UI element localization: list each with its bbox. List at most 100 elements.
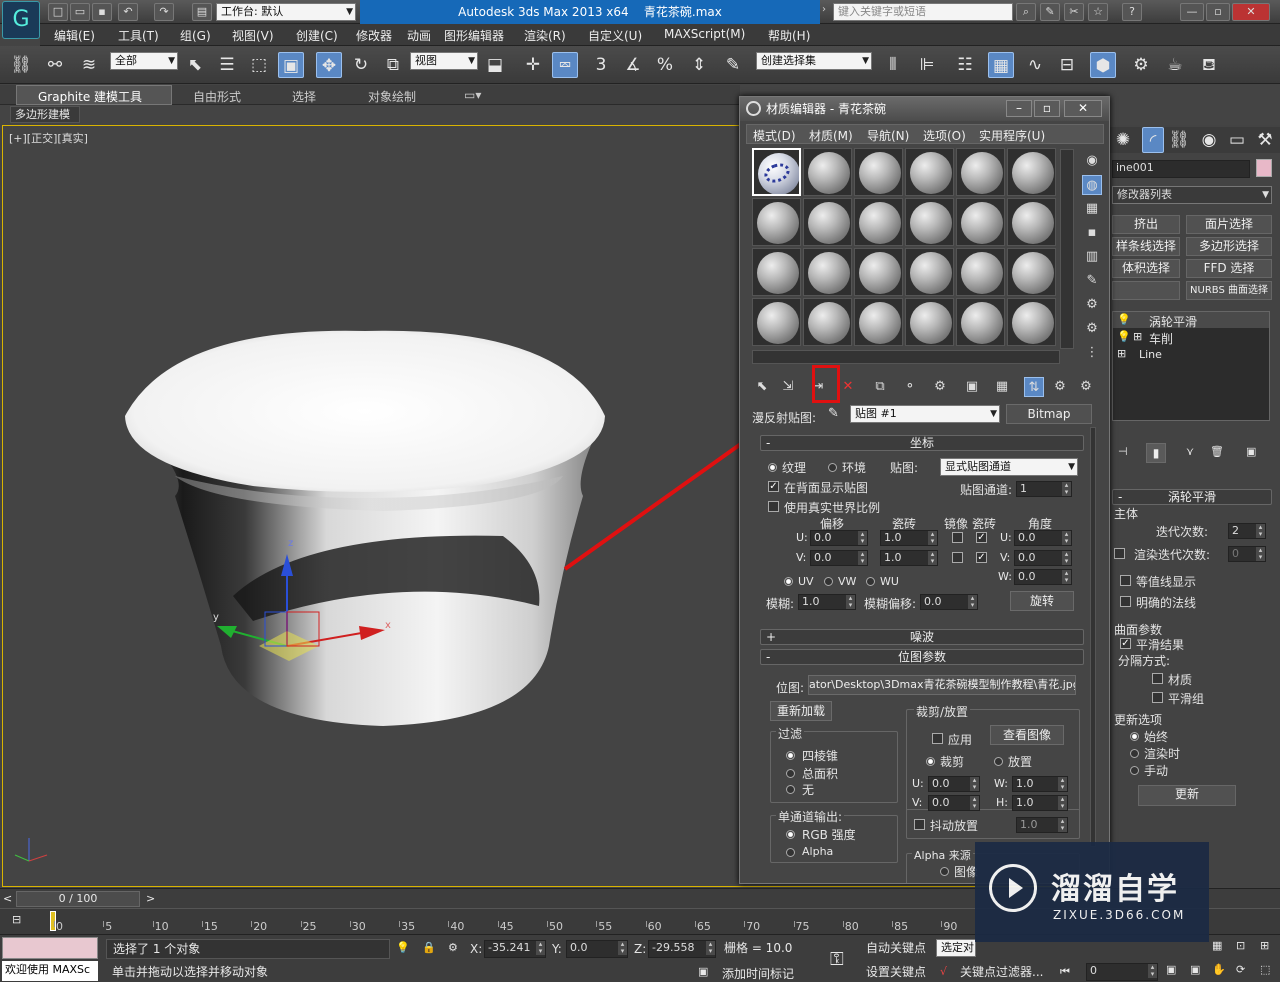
material-sample-slot[interactable] <box>1007 198 1056 246</box>
favorite-star-icon[interactable]: ☆ <box>1088 3 1108 21</box>
auto-key-button[interactable]: 自动关键点 <box>866 939 926 956</box>
material-sample-slot[interactable] <box>956 298 1005 346</box>
zoom-extents-icon[interactable]: ▦ <box>1212 939 1222 952</box>
app-logo-icon[interactable]: G <box>2 1 40 39</box>
link-icon[interactable]: ⛓ <box>8 52 34 78</box>
iterations-spinner[interactable]: 2 ▴ ▾ <box>1228 523 1266 539</box>
jitter-spinner[interactable]: 1.0 ▴ ▾ <box>1016 817 1068 833</box>
tab-graphite[interactable]: Graphite 建模工具 <box>38 88 142 105</box>
bitmap-path-button[interactable]: ator\Desktop\3Dmax青花茶碗模型制作教程\青花.jpg <box>808 675 1076 695</box>
motion-tab-icon[interactable]: ◉ <box>1198 127 1220 153</box>
current-frame-field[interactable]: 0 ▴ ▾ <box>1086 963 1158 981</box>
v-mirror-checkbox[interactable] <box>952 552 963 563</box>
selection-lock-icon[interactable]: 🔒 <box>422 941 436 954</box>
polygon-modeling-tab[interactable]: 多边形建模 <box>10 106 80 123</box>
edit-named-selection-icon[interactable]: ✎ <box>720 52 746 78</box>
material-sample-slot[interactable] <box>956 148 1005 196</box>
bitmap-params-rollout[interactable]: - 位图参数 <box>760 649 1084 665</box>
blur-offset-spinner[interactable]: 0.0 ▴ ▾ <box>920 594 978 610</box>
update-manual-radio[interactable] <box>1130 766 1139 775</box>
expand-icon[interactable]: › <box>822 4 826 15</box>
undo-icon[interactable]: ↶ <box>118 3 138 21</box>
render-setup-icon[interactable]: ⚙ <box>1128 52 1154 78</box>
unlink-icon[interactable]: ⚯ <box>42 52 68 78</box>
time-tag-icon[interactable]: ▣ <box>698 965 708 978</box>
make-copy-icon[interactable]: ⧉ <box>870 377 890 397</box>
crop-radio[interactable] <box>926 757 935 766</box>
make-preview-icon[interactable]: ✎ <box>1082 271 1102 291</box>
material-sample-slot[interactable] <box>752 248 801 296</box>
turbosmooth-rollout[interactable]: - 涡轮平滑 <box>1112 489 1272 505</box>
explicit-normals-checkbox[interactable] <box>1120 596 1131 607</box>
object-name-field[interactable]: ine001 <box>1112 160 1250 178</box>
workspace-select[interactable]: 工作台: 默认 ▼ <box>216 3 356 21</box>
isolate-icon[interactable]: 💡 <box>396 941 410 954</box>
show-end-result-icon[interactable]: ▮ <box>1146 443 1166 463</box>
zoom-region-icon[interactable]: ⊞ <box>1260 939 1269 952</box>
w-angle-spinner[interactable]: 0.0 ▴ ▾ <box>1014 569 1072 585</box>
z-coord-field[interactable]: -29.558 ▴ ▾ <box>648 940 716 958</box>
minimize-icon[interactable]: — <box>1180 3 1204 21</box>
go-forward-sibling-icon[interactable]: ⚙ <box>1076 377 1096 397</box>
tab-object-paint[interactable]: 对象绘制 <box>368 88 416 105</box>
material-sample-slot[interactable] <box>803 298 852 346</box>
ribbon-options-icon[interactable]: ▭▾ <box>464 88 481 102</box>
material-sample-slot[interactable] <box>752 198 801 246</box>
med-maximize-icon[interactable]: ▫ <box>1034 100 1060 117</box>
med-menu-navigation[interactable]: 导航(N) <box>867 127 909 144</box>
create-tab-icon[interactable]: ✺ <box>1112 127 1134 153</box>
eyedropper-icon[interactable]: ✎ <box>828 406 839 421</box>
menu-create[interactable]: 创建(C) <box>296 27 338 44</box>
menu-edit[interactable]: 编辑(E) <box>54 27 95 44</box>
open-file-icon[interactable]: ▭ <box>70 3 90 21</box>
u-offset-spinner[interactable]: 0.0 ▴ ▾ <box>810 530 868 546</box>
object-color-swatch[interactable] <box>1256 159 1272 177</box>
texture-radio[interactable] <box>768 463 777 472</box>
set-key-button[interactable]: 设置关键点 <box>866 963 926 980</box>
add-time-tag-label[interactable]: 添加时间标记 <box>722 965 794 982</box>
bind-spacewarp-icon[interactable]: ≋ <box>76 52 102 78</box>
slots-hscroll[interactable] <box>752 350 1060 364</box>
tab-freeform[interactable]: 自由形式 <box>193 88 241 105</box>
go-to-parent-icon[interactable]: ⚙ <box>1050 377 1070 397</box>
align-icon[interactable]: ⊫ <box>914 52 940 78</box>
maxscript-listener-pink[interactable] <box>2 937 98 959</box>
maximize-viewport-icon[interactable]: ⬚ <box>1260 963 1270 976</box>
save-icon[interactable]: ▪ <box>92 3 112 21</box>
extrude-button[interactable]: 挤出 <box>1112 215 1180 234</box>
u-mirror-checkbox[interactable] <box>952 532 963 543</box>
menu-maxscript[interactable]: MAXScript(M) <box>664 27 745 41</box>
u-angle-spinner[interactable]: 0.0 ▴ ▾ <box>1014 530 1072 546</box>
v-angle-spinner[interactable]: 0.0 ▴ ▾ <box>1014 550 1072 566</box>
med-menu-options[interactable]: 选项(O) <box>923 127 966 144</box>
spinner-snap-icon[interactable]: ⇕ <box>686 52 712 78</box>
modifier-list-select[interactable]: 修改器列表 ▼ <box>1112 186 1272 204</box>
map-type-button[interactable]: Bitmap <box>1006 404 1092 424</box>
key-icon[interactable]: ⚿ <box>830 949 844 970</box>
stack-item[interactable]: ⊞ Line <box>1113 346 1269 362</box>
configure-sets-icon[interactable]: ▣ <box>1246 445 1256 458</box>
prev-frame-icon[interactable]: < <box>3 892 12 905</box>
percent-snap-icon[interactable]: % <box>652 52 678 78</box>
tab-selection[interactable]: 选择 <box>292 88 316 105</box>
material-sample-slot[interactable] <box>854 298 903 346</box>
communication-icon[interactable]: ✂ <box>1064 3 1084 21</box>
bulb-icon[interactable]: 💡 <box>1117 313 1131 326</box>
selection-filter-select[interactable]: 全部 ▼ <box>110 52 178 70</box>
material-sample-slot[interactable] <box>905 298 954 346</box>
select-scale-icon[interactable]: ⧉ <box>380 52 406 78</box>
blank-modifier-button[interactable] <box>1112 281 1180 300</box>
update-always-radio[interactable] <box>1130 732 1139 741</box>
material-sample-slot[interactable] <box>956 248 1005 296</box>
make-unique-icon[interactable]: ⋎ <box>1186 445 1194 458</box>
named-selection-set-select[interactable]: 创建选择集 ▼ <box>756 52 872 70</box>
select-move-icon[interactable]: ✥ <box>316 52 342 78</box>
close-icon[interactable]: ✕ <box>1232 3 1270 21</box>
spline-select-button[interactable]: 样条线选择 <box>1112 237 1180 256</box>
med-menu-utilities[interactable]: 实用程序(U) <box>979 127 1045 144</box>
show-end-result-icon[interactable]: ⇅ <box>1024 377 1044 397</box>
vw-radio[interactable] <box>824 577 833 586</box>
pin-stack-icon[interactable]: ⊣ <box>1118 445 1128 458</box>
menu-customize[interactable]: 自定义(U) <box>588 27 642 44</box>
alpha-image-radio[interactable] <box>940 867 949 876</box>
